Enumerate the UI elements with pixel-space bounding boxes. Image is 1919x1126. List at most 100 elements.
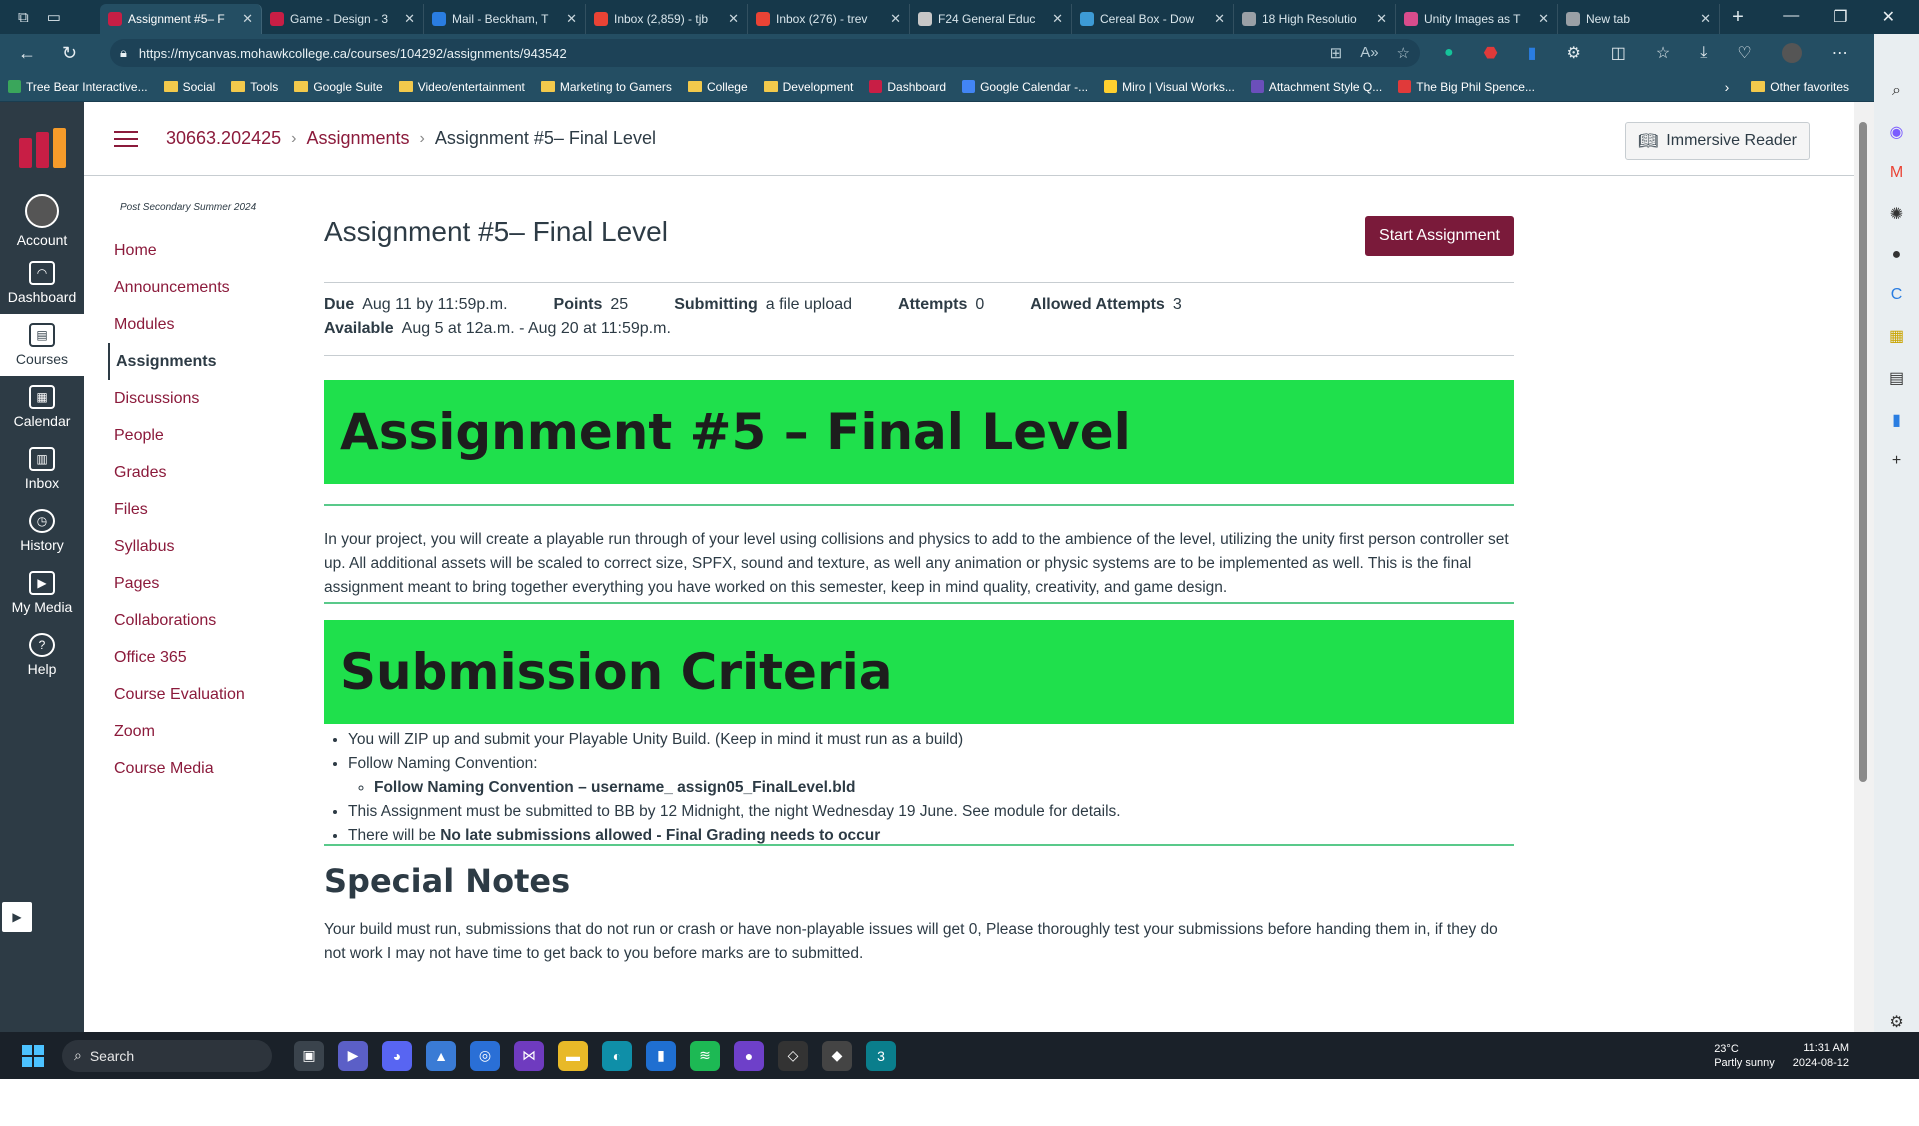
course-nav-collaborations[interactable]: Collaborations [108, 602, 278, 639]
bookmarks-overflow-icon[interactable]: › [1711, 79, 1744, 95]
tab-close-icon[interactable]: ✕ [242, 11, 253, 27]
new-tab-button[interactable]: + [1720, 6, 1756, 29]
tab-close-icon[interactable]: ✕ [1700, 11, 1711, 27]
bookmark-item[interactable]: Attachment Style Q... [1243, 80, 1390, 94]
workspaces-icon[interactable]: ⧉ [18, 9, 29, 26]
bookmark-item[interactable]: College [680, 80, 756, 94]
refresh-icon[interactable]: ↻ [62, 43, 77, 64]
course-nav-pages[interactable]: Pages [108, 565, 278, 602]
course-nav-course-evaluation[interactable]: Course Evaluation [108, 676, 278, 713]
global-nav-dashboard[interactable]: ◠ Dashboard [0, 252, 84, 314]
bookmark-item[interactable]: Miro | Visual Works... [1096, 80, 1243, 94]
browser-tab[interactable]: New tab ✕ [1558, 4, 1720, 34]
teams-icon[interactable]: ▶ [338, 1040, 368, 1071]
sidebar-settings-icon[interactable]: ⚙ [1889, 1012, 1903, 1032]
photos-icon[interactable]: ▲ [426, 1040, 456, 1071]
file-explorer-icon[interactable]: ▬ [558, 1040, 588, 1071]
course-nav-office-365[interactable]: Office 365 [108, 639, 278, 676]
course-nav-course-media[interactable]: Course Media [108, 750, 278, 787]
expand-nav-button[interactable]: ▶ [2, 902, 32, 932]
course-nav-home[interactable]: Home [108, 232, 278, 269]
add-sidebar-app-icon[interactable]: + [1892, 452, 1901, 470]
app-available-icon[interactable]: ⊞ [1330, 44, 1343, 62]
miro-icon[interactable]: ▦ [1889, 326, 1904, 346]
immersive-reader-button[interactable]: 📖︎ Immersive Reader [1624, 122, 1810, 160]
bookmark-item[interactable]: Tree Bear Interactive... [0, 80, 156, 94]
course-nav-announcements[interactable]: Announcements [108, 269, 278, 306]
bookmark-item[interactable]: Development [756, 80, 862, 94]
bookmark-item[interactable]: The Big Phil Spence... [1390, 80, 1543, 94]
grammarly-icon[interactable]: ● [1444, 44, 1454, 62]
global-nav-help[interactable]: ? Help [0, 624, 84, 686]
trello-icon[interactable]: ▮ [1528, 43, 1537, 63]
course-nav-zoom[interactable]: Zoom [108, 713, 278, 750]
steam-icon[interactable]: ◎ [470, 1040, 500, 1071]
clock[interactable]: 11:31 AM 2024-08-12 [1793, 1041, 1849, 1071]
tab-close-icon[interactable]: ✕ [890, 11, 901, 27]
tab-close-icon[interactable]: ✕ [1538, 11, 1549, 27]
global-nav-my-media[interactable]: ▶ My Media [0, 562, 84, 624]
course-nav-syllabus[interactable]: Syllabus [108, 528, 278, 565]
visual-studio-icon[interactable]: ⋈ [514, 1040, 544, 1071]
bookmark-item[interactable]: Google Calendar -... [954, 80, 1096, 94]
read-aloud-icon[interactable]: A» [1360, 44, 1378, 62]
restore-icon[interactable]: ❐ [1833, 7, 1847, 27]
taskbar-search[interactable]: ⌕ Search [62, 1039, 272, 1072]
close-window-icon[interactable]: ✕ [1882, 7, 1895, 27]
url-text[interactable]: https://mycanvas.mohawkcollege.ca/course… [139, 46, 1318, 61]
favorites-icon[interactable]: ☆ [1656, 43, 1670, 63]
sidebar-search-icon[interactable]: ⌕ [1892, 82, 1901, 100]
trello-sidebar-icon[interactable]: ▮ [1892, 410, 1901, 430]
weather-widget[interactable]: 23°C Partly sunny [1714, 1042, 1775, 1070]
menu-toggle-icon[interactable] [114, 130, 138, 147]
calculator-icon[interactable]: ▤ [1889, 368, 1904, 388]
browser-tab[interactable]: Unity Images as T ✕ [1396, 4, 1558, 34]
canvas-logo[interactable] [18, 128, 66, 168]
bookmark-item[interactable]: Tools [223, 80, 286, 94]
windows-start-icon[interactable] [22, 1044, 44, 1067]
lock-icon[interactable]: 🔒︎ [120, 45, 127, 61]
adblock-icon[interactable]: ⬣ [1484, 43, 1498, 63]
course-nav-discussions[interactable]: Discussions [108, 380, 278, 417]
minimize-icon[interactable]: — [1783, 7, 1799, 27]
global-nav-calendar[interactable]: ▦ Calendar [0, 376, 84, 438]
tab-actions-icon[interactable]: ▭ [47, 8, 61, 26]
tab-close-icon[interactable]: ✕ [404, 11, 415, 27]
course-nav-assignments[interactable]: Assignments [108, 343, 278, 380]
page-scrollbar[interactable] [1854, 102, 1874, 1032]
task-view-icon[interactable]: ▣ [294, 1040, 324, 1071]
chatgpt-icon[interactable]: ✺ [1890, 204, 1903, 224]
browser-tab[interactable]: Assignment #5– F ✕ [100, 4, 262, 34]
browser-essentials-icon[interactable]: ♡ [1737, 43, 1751, 63]
browser-tab[interactable]: Inbox (276) - trev ✕ [748, 4, 910, 34]
gmail-icon[interactable]: M [1890, 164, 1903, 182]
back-icon[interactable]: ← [18, 43, 36, 64]
browser-tab[interactable]: F24 General Educ ✕ [910, 4, 1072, 34]
3ds-max-icon[interactable]: 3 [866, 1040, 896, 1071]
course-nav-modules[interactable]: Modules [108, 306, 278, 343]
browser-tab[interactable]: Inbox (2,859) - tjb ✕ [586, 4, 748, 34]
global-nav-account[interactable]: Account [0, 190, 84, 252]
bookmark-item[interactable]: Google Suite [286, 80, 390, 94]
course-nav-grades[interactable]: Grades [108, 454, 278, 491]
browser-tab[interactable]: Game - Design - 3 ✕ [262, 4, 424, 34]
bookmark-item[interactable]: Marketing to Gamers [533, 80, 680, 94]
extensions-icon[interactable]: ⚙ [1566, 43, 1580, 63]
global-nav-history[interactable]: ◷ History [0, 500, 84, 562]
bookmark-item[interactable]: Video/entertainment [391, 80, 533, 94]
tab-close-icon[interactable]: ✕ [728, 11, 739, 27]
tab-close-icon[interactable]: ✕ [566, 11, 577, 27]
browser-tab[interactable]: 18 High Resolutio ✕ [1234, 4, 1396, 34]
spotify-icon[interactable]: ≋ [690, 1040, 720, 1071]
bookmark-item[interactable]: Dashboard [861, 80, 954, 94]
course-nav-files[interactable]: Files [108, 491, 278, 528]
tab-close-icon[interactable]: ✕ [1214, 11, 1225, 27]
discord-icon[interactable]: ◕ [382, 1040, 412, 1071]
github-desktop-icon[interactable]: ● [734, 1040, 764, 1071]
unity-hub-icon[interactable]: ◇ [778, 1040, 808, 1071]
downloads-icon[interactable]: ⤓ [1700, 44, 1707, 62]
split-screen-icon[interactable]: ◫ [1611, 43, 1626, 63]
start-assignment-button[interactable]: Start Assignment [1365, 216, 1514, 256]
bookmark-item[interactable]: Social [156, 80, 224, 94]
canva-icon[interactable]: C [1891, 286, 1903, 304]
